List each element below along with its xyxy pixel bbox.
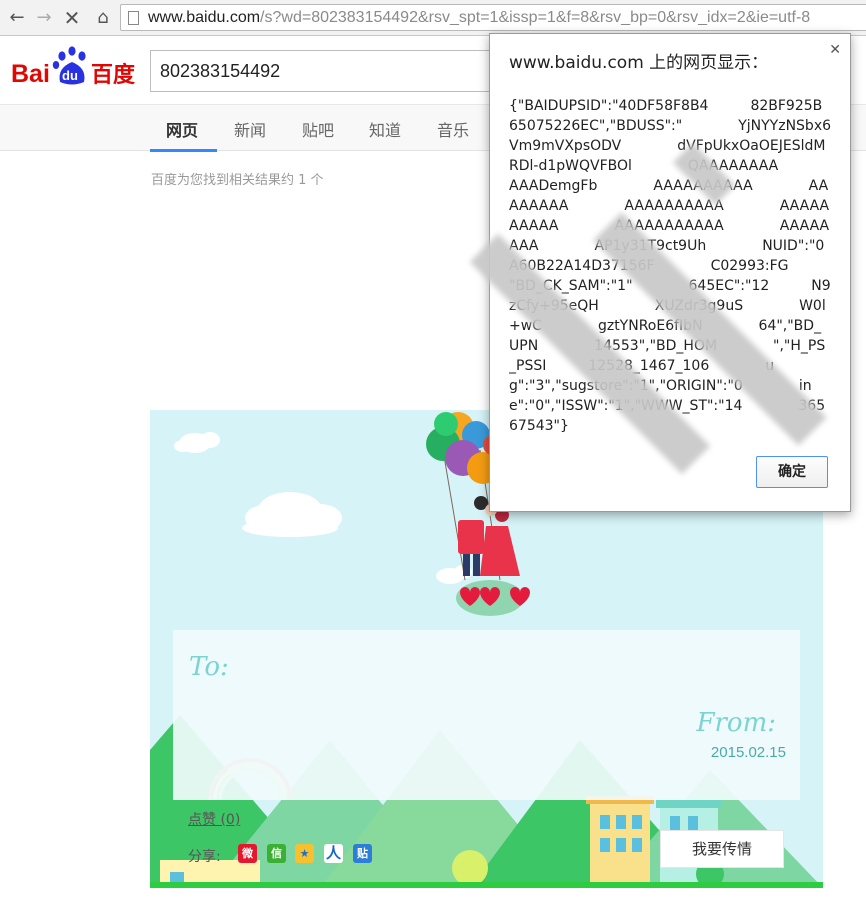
page-icon [128,11,139,25]
tab-tieba[interactable]: 贴吧 [302,117,334,141]
svg-text:Bai: Bai [11,60,50,88]
search-input[interactable]: 802383154492 [150,50,495,92]
browser-toolbar: ← → ✕ ⌂ www.baidu.com/s?wd=802383154492&… [0,0,866,36]
close-icon[interactable]: ✕ [829,42,841,58]
tab-web[interactable]: 网页 [166,117,198,141]
message-note[interactable]: To: From: 2015.02.15 [173,630,800,800]
like-link[interactable]: 点赞 (0) [188,809,240,829]
from-label: From: [696,708,776,738]
tab-music[interactable]: 音乐 [437,117,469,141]
to-label: To: [189,652,229,682]
renren-icon[interactable]: 人 [324,844,343,863]
svg-text:百度: 百度 [91,62,136,88]
alert-dialog: www.baidu.com 上的网页显示： ✕ {"BAIDUPSID":"40… [469,33,851,512]
stop-icon[interactable]: ✕ [61,7,83,29]
forward-icon[interactable]: → [33,7,55,29]
dialog-title: www.baidu.com 上的网页显示： [509,53,769,73]
baidu-paw-icon: Bai du 百度 [11,46,136,88]
tab-news[interactable]: 新闻 [234,117,266,141]
baidu-logo[interactable]: Bai du 百度 [11,44,141,90]
back-icon[interactable]: ← [6,7,28,29]
card-date: 2015.02.15 [710,744,786,761]
share-label: 分享: [188,849,221,865]
svg-text:du: du [62,68,78,83]
result-count: 百度为您找到相关结果约 1 个 [151,173,324,188]
tieba-icon[interactable]: 贴 [353,844,372,863]
home-icon[interactable]: ⌂ [92,7,114,29]
send-love-button[interactable]: 我要传情 [660,830,784,868]
qzone-icon[interactable]: ★ [295,844,314,863]
url-host: www.baidu.com [148,9,261,26]
url-path: /s?wd=802383154492&rsv_spt=1&issp=1&f=8&… [260,9,811,26]
ok-button[interactable]: 确定 [756,456,828,488]
active-tab-indicator [150,149,217,152]
address-bar[interactable]: www.baidu.com/s?wd=802383154492&rsv_spt=… [120,4,866,31]
wechat-icon[interactable]: 信 [267,844,286,863]
url-text: www.baidu.com/s?wd=802383154492&rsv_spt=… [148,9,810,27]
tab-zhidao[interactable]: 知道 [369,117,401,141]
weibo-icon[interactable]: 微 [238,844,257,863]
